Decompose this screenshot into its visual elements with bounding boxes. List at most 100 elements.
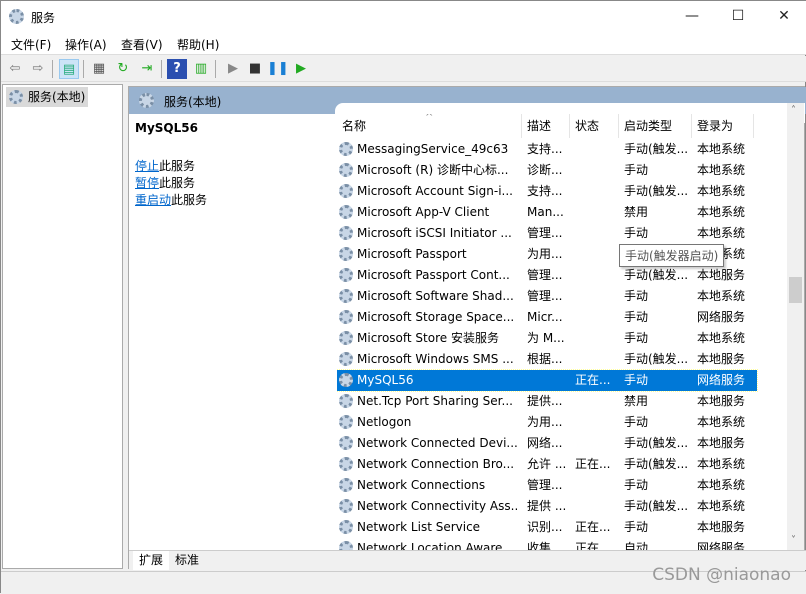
column-header-status[interactable]: 状态 xyxy=(570,114,619,138)
service-startup-type: 手动 xyxy=(624,520,649,534)
description-pane: MySQL56 停止此服务 暂停此服务 重启动此服务 xyxy=(129,114,335,550)
watermark: CSDN @niaonao xyxy=(652,565,791,585)
back-icon[interactable]: ⇦ xyxy=(5,59,25,79)
service-startup-type: 手动(触发... xyxy=(624,142,689,156)
service-row[interactable]: Network Connectivity Ass... 提供 ... 手动(触发..… xyxy=(337,496,757,517)
start-icon[interactable]: ▶ xyxy=(223,59,243,79)
service-log-on-as: 网络服务 xyxy=(697,373,746,387)
tree-pane: 服务(本地) xyxy=(2,84,123,569)
resume-icon[interactable]: ▶ xyxy=(291,59,311,79)
service-name: Microsoft (R) 诊断中心标... xyxy=(357,163,509,177)
service-log-on-as: 本地系统 xyxy=(697,415,746,429)
properties-icon[interactable]: ▦ xyxy=(89,59,109,79)
service-row[interactable]: Microsoft Storage Space... Micr... 手动 网络服务 xyxy=(337,307,757,328)
service-row[interactable]: Microsoft Software Shad... 管理... 手动 本地系统 xyxy=(337,286,757,307)
service-description: 提供 ... xyxy=(527,499,567,513)
service-description: 网络... xyxy=(527,436,563,450)
service-name: Microsoft iSCSI Initiator ... xyxy=(357,226,512,240)
service-name: MessagingService_49c63 xyxy=(357,142,509,156)
maximize-button[interactable]: ☐ xyxy=(715,1,761,31)
service-startup-type: 手动 xyxy=(624,163,649,177)
action-text: 此服务 xyxy=(159,159,196,173)
service-status: 正在... xyxy=(575,457,611,471)
service-row[interactable]: Net.Tcp Port Sharing Ser... 提供... 禁用 本地服务 xyxy=(337,391,757,412)
service-name: Network List Service xyxy=(357,520,481,534)
toolbar: ⇦ ⇨ ▤ ▦ ↻ ⇥ ? ▥ ▶ ■ ❚❚ ▶ xyxy=(1,56,806,82)
close-button[interactable]: ✕ xyxy=(761,1,806,31)
service-startup-type: 禁用 xyxy=(624,394,649,408)
service-startup-type: 禁用 xyxy=(624,205,649,219)
export-list-icon[interactable]: ⇥ xyxy=(137,59,157,79)
service-row[interactable]: MySQL56 正在... 手动 网络服务 xyxy=(337,369,758,392)
service-row[interactable]: Microsoft Account Sign-i... 支持... 手动(触发...… xyxy=(337,181,757,202)
service-row[interactable]: Microsoft Windows SMS ... 根据... 手动(触发... 本地… xyxy=(337,349,757,370)
service-row[interactable]: Microsoft Store 安装服务 为 M... 手动 本地系统 xyxy=(337,328,757,349)
minimize-button[interactable]: — xyxy=(669,1,715,31)
column-header-log-on-as[interactable]: 登录为 xyxy=(692,114,754,138)
column-header-name[interactable]: 名称 ^ xyxy=(337,114,522,138)
tree-item-label: 服务(本地) xyxy=(28,90,86,104)
tree-item-services-local[interactable]: 服务(本地) xyxy=(6,87,89,107)
service-row[interactable]: Microsoft Passport Cont... 管理... 手动(触发... 本… xyxy=(337,265,757,286)
column-header-startup-type[interactable]: 启动类型 xyxy=(619,114,692,138)
service-row[interactable]: Network Connection Bro... 允许 ... 正在... 手动(触… xyxy=(337,454,757,475)
restart-service-action: 重启动此服务 xyxy=(135,191,207,208)
service-description: 支持... xyxy=(527,184,563,198)
service-log-on-as: 本地服务 xyxy=(697,436,746,450)
service-log-on-as: 本地服务 xyxy=(697,268,746,282)
refresh-icon[interactable]: ↻ xyxy=(113,59,133,79)
menu-file[interactable]: 文件(F) xyxy=(11,36,51,53)
service-log-on-as: 本地系统 xyxy=(697,226,746,240)
service-startup-type: 手动(触发... xyxy=(624,436,689,450)
pause-service-action: 暂停此服务 xyxy=(135,174,195,191)
forward-icon[interactable]: ⇨ xyxy=(28,59,48,79)
pane-title: 服务(本地) xyxy=(164,95,222,109)
service-startup-type: 手动(触发... xyxy=(624,499,689,513)
service-gear-icon xyxy=(339,142,353,156)
menu-view[interactable]: 查看(V) xyxy=(121,36,163,53)
service-name: Microsoft App-V Client xyxy=(357,205,490,219)
service-row[interactable]: Microsoft (R) 诊断中心标... 诊断... 手动 本地系统 xyxy=(337,160,757,181)
service-row[interactable]: Network Location Aware... 收集... 正在... 自动 网络服… xyxy=(337,538,757,550)
service-gear-icon xyxy=(339,289,353,303)
service-row[interactable]: MessagingService_49c63 支持... 手动(触发... 本地系统 xyxy=(337,139,757,160)
service-row[interactable]: Network Connections 管理... 手动 本地系统 xyxy=(337,475,757,496)
scroll-down-icon[interactable]: ˅ xyxy=(791,535,796,546)
service-log-on-as: 本地服务 xyxy=(697,520,746,534)
service-gear-icon xyxy=(339,499,353,513)
service-name: Microsoft Passport xyxy=(357,247,467,261)
services-list: 名称 ^ 描述 状态 启动类型 登录为 MessagingService_49c6… xyxy=(337,114,787,550)
vertical-scrollbar[interactable]: ˄ ˅ xyxy=(787,103,804,550)
service-startup-type: 手动(触发... xyxy=(624,268,689,282)
menu-help[interactable]: 帮助(H) xyxy=(177,36,219,53)
service-startup-type: 手动(触发... xyxy=(624,352,689,366)
pause-icon[interactable]: ❚❚ xyxy=(267,59,289,79)
service-name: Network Connected Devi... xyxy=(357,436,517,450)
scroll-up-icon[interactable]: ˄ xyxy=(791,105,796,116)
stop-icon[interactable]: ■ xyxy=(245,59,265,79)
help-icon[interactable]: ? xyxy=(167,59,187,79)
pause-link[interactable]: 暂停 xyxy=(135,176,159,190)
show-action-pane-icon[interactable]: ▥ xyxy=(191,59,211,79)
service-name: Net.Tcp Port Sharing Ser... xyxy=(357,394,513,408)
tab-standard[interactable]: 标准 xyxy=(169,551,205,570)
service-gear-icon xyxy=(339,331,353,345)
menu-action[interactable]: 操作(A) xyxy=(65,36,107,53)
service-startup-type: 自动 xyxy=(624,541,649,550)
scrollbar-thumb[interactable] xyxy=(789,277,802,303)
service-row[interactable]: Microsoft App-V Client Man... 禁用 本地系统 xyxy=(337,202,757,223)
service-row[interactable]: Microsoft iSCSI Initiator ... 管理... 手动 本地系统 xyxy=(337,223,757,244)
service-log-on-as: 本地系统 xyxy=(697,499,746,513)
stop-link[interactable]: 停止 xyxy=(135,159,159,173)
service-log-on-as: 网络服务 xyxy=(697,541,746,550)
service-row[interactable]: Network List Service 识别... 正在... 手动 本地服务 xyxy=(337,517,757,538)
service-gear-icon xyxy=(339,163,353,177)
restart-link[interactable]: 重启动 xyxy=(135,193,171,207)
show-hide-tree-icon[interactable]: ▤ xyxy=(59,59,79,79)
service-startup-type: 手动 xyxy=(624,289,649,303)
service-row[interactable]: Netlogon 为用... 手动 本地系统 xyxy=(337,412,757,433)
tab-extended[interactable]: 扩展 xyxy=(133,551,170,570)
service-row[interactable]: Network Connected Devi... 网络... 手动(触发... 本地… xyxy=(337,433,757,454)
column-header-description[interactable]: 描述 xyxy=(522,114,570,138)
service-gear-icon xyxy=(339,268,353,282)
